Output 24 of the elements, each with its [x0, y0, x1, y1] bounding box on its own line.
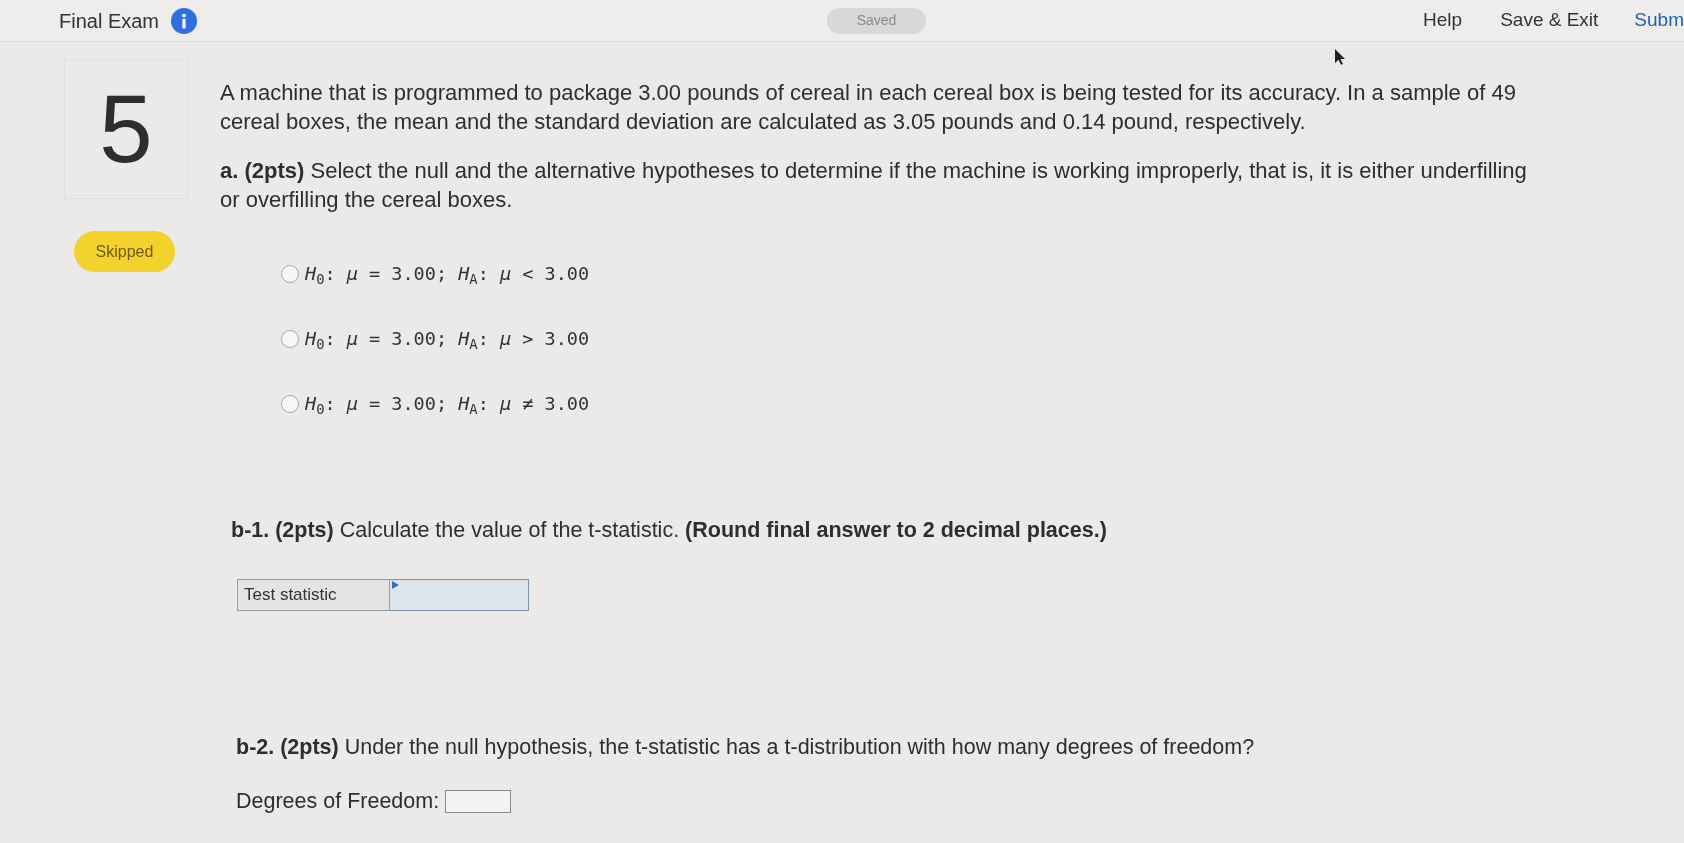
field-label: Degrees of Freedom: [236, 788, 440, 816]
question-number-card: 5 [64, 59, 188, 199]
exam-title: Final Exam [59, 8, 160, 34]
radio-button[interactable] [281, 330, 299, 348]
answer-field[interactable] [390, 579, 529, 611]
question-prompt: a. (2pts) Select the null and the alternative hypotheses to determine if the machine is working improperly, that is, it is either underfilling or overfilling the cereal boxes. [220, 157, 1528, 214]
help-link[interactable]: Help [1423, 6, 1463, 35]
table-header-cell: Test statistic [237, 579, 390, 611]
info-icon[interactable] [171, 7, 198, 34]
hypothesis-option[interactable]: H$_{0}$: μ = 3.00; H$_{A}$: μ > 3.00 [305, 325, 590, 353]
radio-button[interactable] [281, 265, 299, 283]
skipped-badge: Skipped [74, 231, 175, 272]
hypothesis-option[interactable]: H$_{0}$: μ = 3.00; H$_{A}$: μ ≠ 3.00 [305, 390, 590, 418]
question-stem: A machine that is programmed to package 3.00 pounds of cereal in each cereal box is being tested for its accuracy. In a sample of 49 cereal boxes, the mean and the standard deviation are calculated as 3.05 pounds and 0.14 pound, respectively. [220, 79, 1517, 136]
question-prompt: b-2. (2pts) Under the null hypothesis, the t-statistic has a t-distribution with how many degrees of freedom? [236, 734, 1256, 761]
saved-status-pill: Saved [827, 7, 926, 34]
radio-button[interactable] [281, 395, 299, 413]
question-prompt: b-1. (2pts) Calculate the value of the t-statistic. (Round final answer to 2 decimal places.) [231, 517, 1108, 544]
save-exit-link[interactable]: Save & Exit [1500, 6, 1599, 35]
corner-flag-icon [392, 581, 399, 589]
cursor-icon [1334, 48, 1346, 65]
submit-link[interactable]: Subm [1634, 6, 1684, 35]
hypothesis-option[interactable]: H$_{0}$: μ = 3.00; H$_{A}$: μ < 3.00 [305, 260, 590, 288]
answer-field[interactable] [445, 790, 512, 813]
